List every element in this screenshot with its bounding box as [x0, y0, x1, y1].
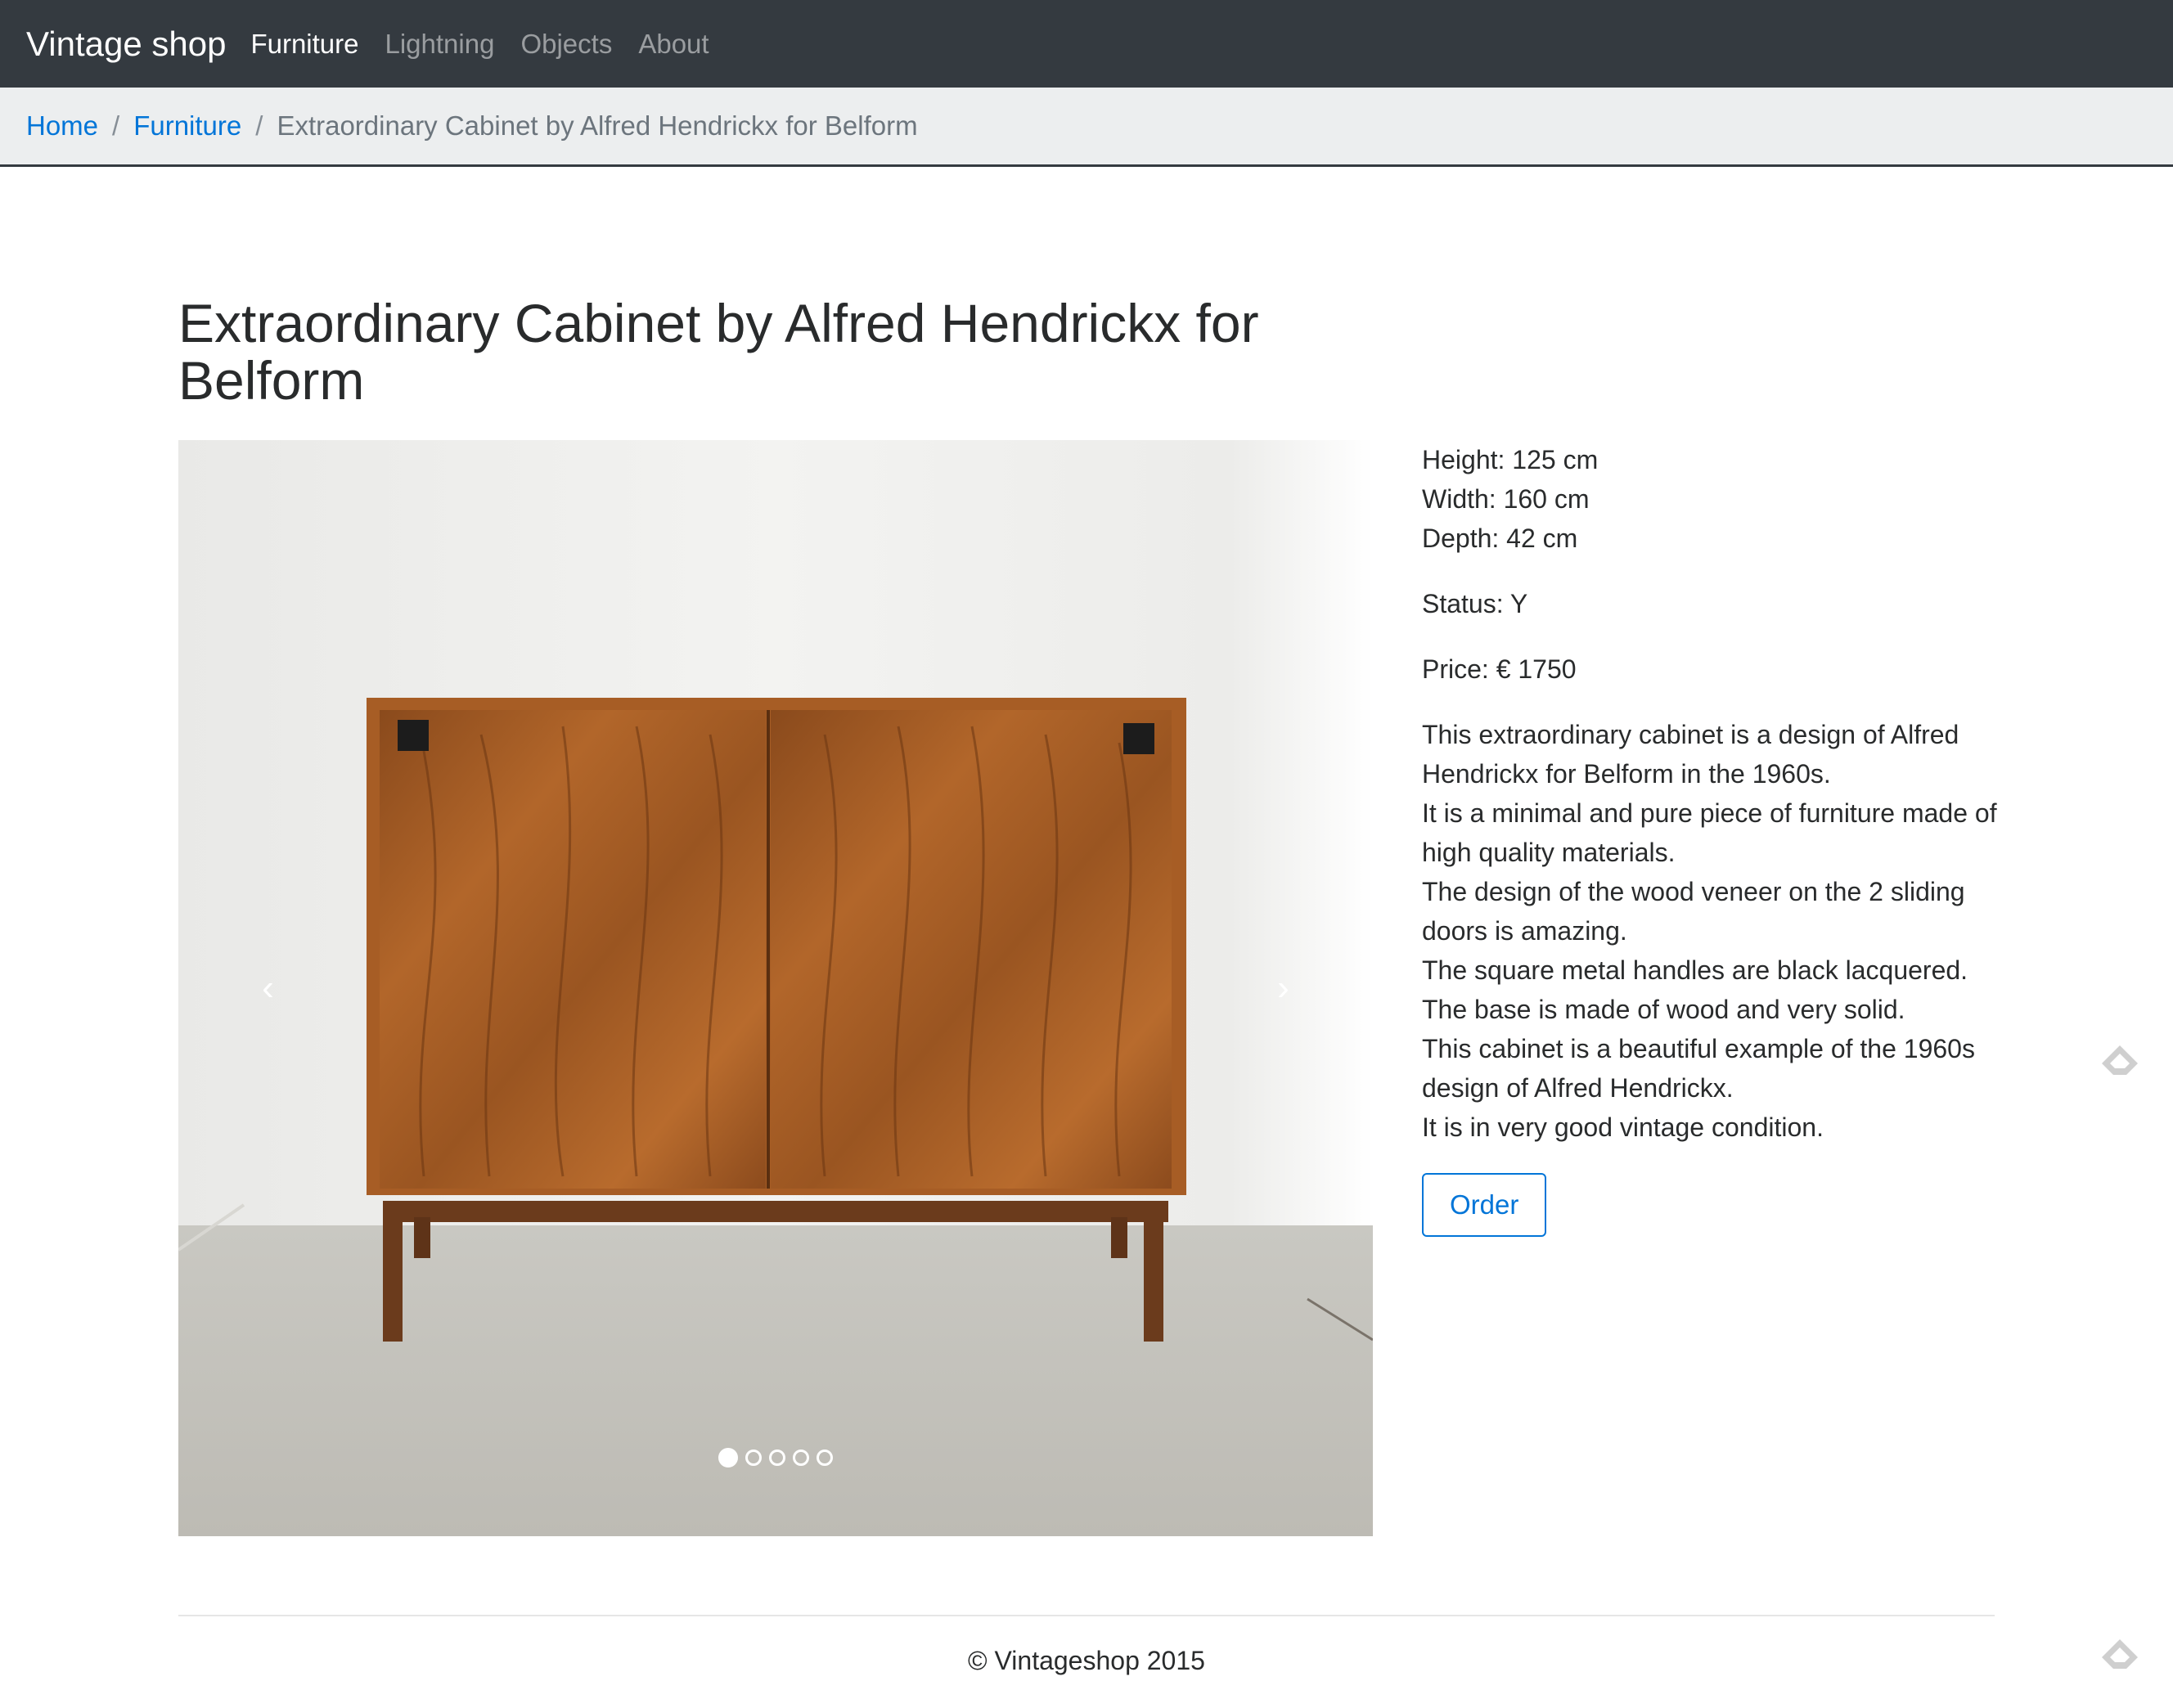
page-title: Extraordinary Cabinet by Alfred Hendrick…: [178, 293, 1259, 411]
description-line: It is a minimal and pure piece of furnit…: [1422, 798, 1997, 867]
navbar: Vintage shop Furniture Lightning Objects…: [0, 0, 2173, 88]
breadcrumb-furniture-link[interactable]: Furniture: [133, 110, 241, 142]
carousel-indicator[interactable]: [793, 1450, 809, 1466]
product-carousel: ‹ ›: [178, 440, 1373, 1536]
feedly-icon[interactable]: [2099, 1636, 2141, 1679]
carousel-indicator[interactable]: [745, 1450, 762, 1466]
feedly-icon[interactable]: [2099, 1042, 2141, 1085]
breadcrumb-current: Extraordinary Cabinet by Alfred Hendrick…: [277, 110, 918, 141]
spec-width: Width: 160 cm: [1422, 484, 1590, 514]
carousel-indicator[interactable]: [769, 1450, 785, 1466]
breadcrumb-separator: /: [255, 110, 263, 141]
brand-link[interactable]: Vintage shop: [26, 25, 226, 64]
order-button[interactable]: Order: [1422, 1173, 1547, 1237]
product-details: Height: 125 cm Width: 160 cm Depth: 42 c…: [1422, 440, 2019, 1237]
description-line: The square metal handles are black lacqu…: [1422, 955, 1968, 985]
product-status: Status: Y: [1422, 589, 1528, 618]
chevron-right-icon: ›: [1277, 968, 1289, 1008]
description-line: It is in very good vintage condition.: [1422, 1112, 1824, 1142]
nav-link-about[interactable]: About: [638, 29, 709, 60]
description-line: This extraordinary cabinet is a design o…: [1422, 720, 1959, 789]
carousel-indicator[interactable]: [817, 1450, 833, 1466]
breadcrumb: Home / Furniture / Extraordinary Cabinet…: [0, 88, 2173, 167]
nav-link-furniture[interactable]: Furniture: [250, 29, 358, 60]
footer-divider: [178, 1615, 1995, 1616]
description-line: This cabinet is a beautiful example of t…: [1422, 1034, 1975, 1103]
product-price: Price: € 1750: [1422, 654, 1577, 684]
nav-link-lightning[interactable]: Lightning: [385, 29, 495, 60]
footer-copyright: © Vintageshop 2015: [968, 1646, 1205, 1675]
breadcrumb-separator: /: [112, 110, 120, 141]
nav-link-objects[interactable]: Objects: [520, 29, 612, 60]
carousel-next-button[interactable]: ›: [1194, 440, 1373, 1536]
description-line: The base is made of wood and very solid.: [1422, 995, 1905, 1024]
chevron-left-icon: ‹: [262, 968, 274, 1008]
breadcrumb-home-link[interactable]: Home: [26, 110, 98, 142]
spec-depth: Depth: 42 cm: [1422, 524, 1578, 553]
carousel-indicator[interactable]: [718, 1448, 738, 1468]
spec-height: Height: 125 cm: [1422, 445, 1599, 474]
carousel-indicators: [178, 1448, 1373, 1468]
description-line: The design of the wood veneer on the 2 s…: [1422, 877, 1965, 946]
carousel-prev-button[interactable]: ‹: [178, 440, 358, 1536]
